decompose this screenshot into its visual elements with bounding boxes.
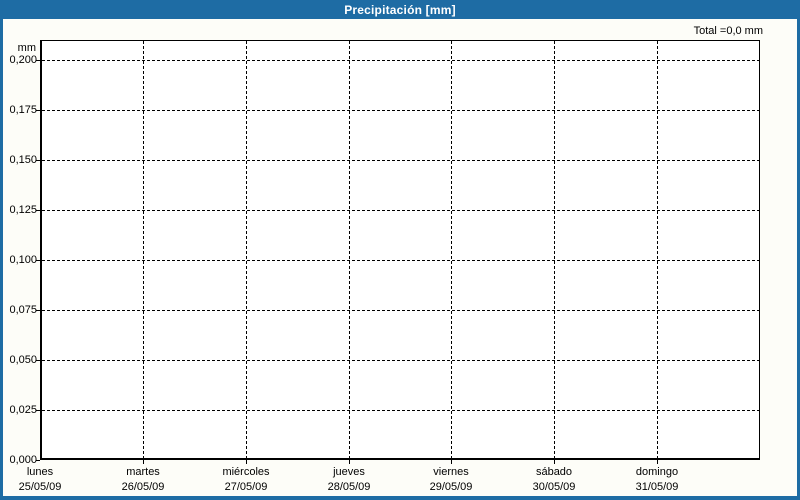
v-gridline	[349, 41, 350, 458]
y-tick-label: 0,100	[9, 254, 37, 266]
x-axis-tick	[349, 460, 350, 464]
y-tick-label: 0,075	[9, 304, 37, 316]
chart-window: Precipitación [mm] Total =0,0 mm mm 0,20…	[0, 0, 800, 500]
plot-area	[40, 40, 760, 460]
y-tick-label: 0,025	[9, 404, 37, 416]
title-bar: Precipitación [mm]	[0, 0, 800, 19]
x-axis-tick	[451, 460, 452, 464]
x-day-label: sábado	[535, 466, 573, 478]
y-tick-label: 0,175	[9, 104, 37, 116]
y-tick-label: 0,050	[9, 354, 37, 366]
x-category-label: jueves 28/05/09	[297, 466, 401, 494]
x-axis-tick	[554, 460, 555, 464]
h-gridline	[42, 160, 759, 161]
x-axis-tick	[143, 460, 144, 464]
x-category-label: martes 26/05/09	[91, 466, 195, 494]
y-tick-label: 0,000	[9, 454, 37, 466]
x-day-label: miércoles	[222, 466, 270, 478]
h-gridline	[42, 110, 759, 111]
y-tick-label: 0,200	[9, 54, 37, 66]
x-date-label: 28/05/09	[327, 481, 371, 493]
x-axis-tick	[246, 460, 247, 464]
h-gridline	[42, 210, 759, 211]
x-category-label: domingo 31/05/09	[605, 466, 709, 494]
total-label: Total =0,0 mm	[693, 25, 763, 37]
x-date-label: 30/05/09	[532, 481, 576, 493]
x-date-label: 31/05/09	[635, 481, 679, 493]
h-gridline	[42, 360, 759, 361]
v-gridline	[451, 41, 452, 458]
x-day-label: jueves	[333, 466, 365, 478]
y-tick-label: 0,150	[9, 154, 37, 166]
x-day-label: lunes	[26, 466, 54, 478]
x-date-label: 29/05/09	[429, 481, 473, 493]
x-axis-tick	[657, 460, 658, 464]
x-day-label: domingo	[635, 466, 679, 478]
x-date-label: 25/05/09	[18, 481, 62, 493]
v-gridline	[554, 41, 555, 458]
v-gridline	[143, 41, 144, 458]
x-day-label: viernes	[433, 466, 469, 478]
x-day-label: martes	[126, 466, 160, 478]
chart-title: Precipitación [mm]	[344, 2, 456, 17]
h-gridline	[42, 410, 759, 411]
v-gridline	[246, 41, 247, 458]
x-category-label: lunes 25/05/09	[0, 466, 92, 494]
x-category-label: miércoles 27/05/09	[194, 466, 298, 494]
x-date-label: 26/05/09	[121, 481, 165, 493]
v-gridline	[657, 41, 658, 458]
x-category-label: viernes 29/05/09	[399, 466, 503, 494]
y-tick-label: 0,125	[9, 204, 37, 216]
x-date-label: 27/05/09	[224, 481, 268, 493]
h-gridline	[42, 310, 759, 311]
x-category-label: sábado 30/05/09	[502, 466, 606, 494]
h-gridline	[42, 260, 759, 261]
h-gridline	[42, 60, 759, 61]
